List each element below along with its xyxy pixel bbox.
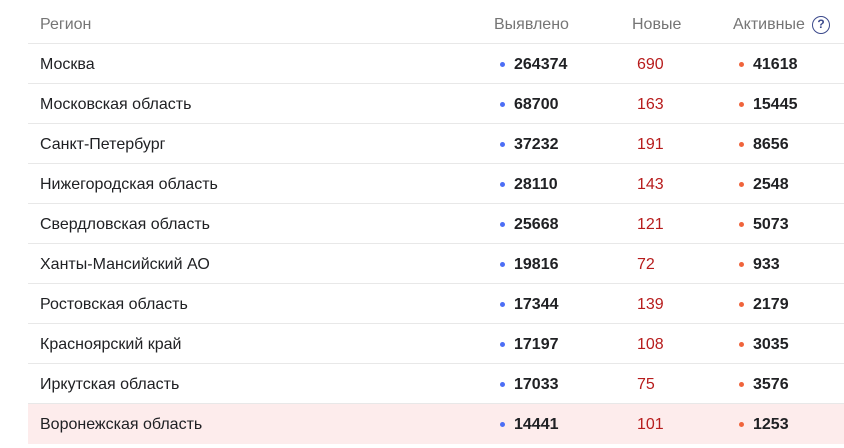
active-value: 2548 [753,176,789,193]
new-value: 690 [637,56,664,73]
column-header-detected[interactable]: Выявлено [494,16,569,34]
active-value: 8656 [753,136,789,153]
active-dot-icon [739,102,744,107]
help-icon[interactable]: ? [812,16,830,34]
active-dot-icon [739,182,744,187]
active-value: 41618 [753,56,798,73]
detected-value: 19816 [514,256,559,273]
active-dot-icon [739,382,744,387]
detected-dot-icon [500,142,505,147]
region-name: Воронежская область [40,416,203,433]
detected-value: 264374 [514,56,568,73]
region-name: Иркутская область [40,376,180,393]
table-row[interactable]: Свердловская область 25668 121 5073 [28,204,844,244]
detected-value: 25668 [514,216,559,233]
new-value: 191 [637,136,664,153]
region-name: Москва [40,56,95,73]
region-name: Санкт-Петербург [40,136,166,153]
active-dot-icon [739,342,744,347]
table-row[interactable]: Московская область 68700 163 15445 [28,84,844,124]
table-row[interactable]: Москва 264374 690 41618 [28,44,844,84]
detected-dot-icon [500,102,505,107]
new-value: 121 [637,216,664,233]
table-row-highlighted[interactable]: Воронежская область 14441 101 1253 [28,404,844,444]
active-value: 1253 [753,416,789,433]
detected-value: 17197 [514,336,559,353]
region-name: Красноярский край [40,336,182,353]
active-dot-icon [739,422,744,427]
table-row[interactable]: Красноярский край 17197 108 3035 [28,324,844,364]
region-name: Ростовская область [40,296,188,313]
region-name: Ханты-Мансийский АО [40,256,210,273]
new-value: 75 [637,376,655,393]
table-row[interactable]: Санкт-Петербург 37232 191 8656 [28,124,844,164]
detected-dot-icon [500,422,505,427]
table-row[interactable]: Нижегородская область 28110 143 2548 [28,164,844,204]
detected-value: 28110 [514,176,558,193]
detected-value: 17344 [514,296,559,313]
detected-dot-icon [500,262,505,267]
column-header-region[interactable]: Регион [40,16,91,34]
new-value: 101 [637,416,664,433]
detected-value: 37232 [514,136,559,153]
region-name: Свердловская область [40,216,210,233]
table-header: Регион Выявлено Новые Активные ? [28,0,844,44]
new-value: 163 [637,96,664,113]
active-value: 2179 [753,296,789,313]
active-value: 5073 [753,216,789,233]
active-dot-icon [739,142,744,147]
active-value: 15445 [753,96,798,113]
new-value: 72 [637,256,655,273]
new-value: 108 [637,336,664,353]
column-header-new[interactable]: Новые [632,16,681,34]
region-name: Нижегородская область [40,176,218,193]
region-name: Московская область [40,96,192,113]
table-row[interactable]: Иркутская область 17033 75 3576 [28,364,844,404]
active-value: 933 [753,256,780,273]
column-header-active[interactable]: Активные [733,16,805,34]
active-dot-icon [739,222,744,227]
detected-dot-icon [500,62,505,67]
detected-value: 14441 [514,416,559,433]
detected-dot-icon [500,222,505,227]
detected-dot-icon [500,382,505,387]
detected-dot-icon [500,182,505,187]
detected-dot-icon [500,342,505,347]
active-dot-icon [739,62,744,67]
regions-table: Регион Выявлено Новые Активные ? Москва … [28,0,844,448]
active-dot-icon [739,302,744,307]
active-value: 3576 [753,376,789,393]
detected-dot-icon [500,302,505,307]
active-dot-icon [739,262,744,267]
table-row[interactable]: Ханты-Мансийский АО 19816 72 933 [28,244,844,284]
new-value: 143 [637,176,664,193]
new-value: 139 [637,296,664,313]
detected-value: 17033 [514,376,559,393]
detected-value: 68700 [514,96,559,113]
table-row[interactable]: Ростовская область 17344 139 2179 [28,284,844,324]
active-value: 3035 [753,336,789,353]
